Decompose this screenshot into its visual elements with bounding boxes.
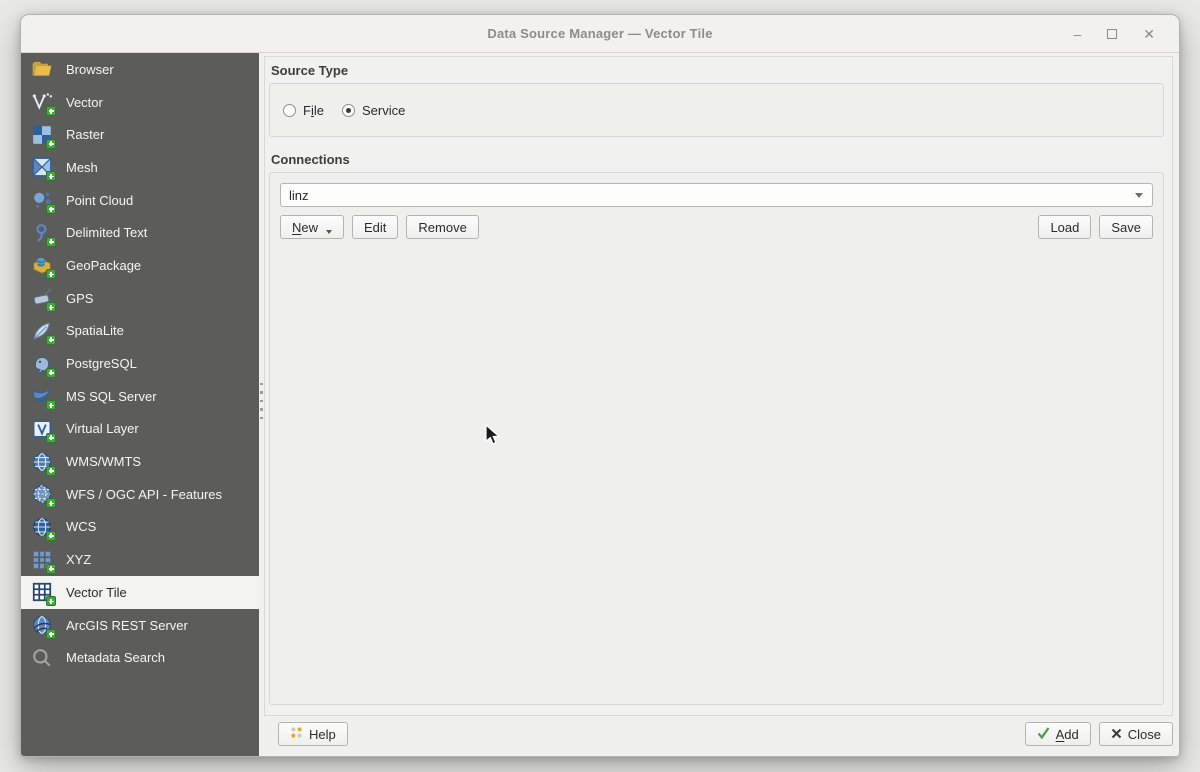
sidebar-item-label: WMS/WMTS — [66, 454, 142, 470]
titlebar: Data Source Manager — Vector Tile – ✕ — [21, 15, 1179, 53]
radio-file-label: File — [303, 102, 324, 118]
vector-tile-page: Source Type File Service Connections lin… — [264, 53, 1179, 756]
sidebar-item-label: SpatiaLite — [66, 323, 124, 339]
sidebar-item-arcgis-rest-server[interactable]: ArcGIS REST Server — [21, 609, 259, 642]
geopackage-icon — [30, 253, 56, 280]
connection-selected-value: linz — [289, 187, 309, 203]
connections-groupbox: linz New Edit Remove Load Save — [269, 172, 1164, 705]
vector-icon — [30, 90, 56, 117]
sidebar-item-label: Browser — [66, 61, 114, 77]
sidebar-item-label: MS SQL Server — [66, 388, 157, 404]
new-connection-button[interactable]: New — [280, 215, 345, 239]
close-window-icon[interactable]: ✕ — [1143, 27, 1155, 41]
sidebar-item-vector[interactable]: Vector — [21, 86, 259, 119]
sidebar-item-vector-tile[interactable]: Vector Tile — [21, 576, 259, 609]
vector-tile-icon — [30, 580, 56, 607]
virtual-layer-icon — [30, 417, 56, 443]
sidebar-item-label: ArcGIS REST Server — [66, 617, 188, 633]
sidebar-item-gps[interactable]: GPS — [21, 282, 259, 315]
save-connections-button[interactable]: Save — [1099, 215, 1153, 239]
sidebar-item-metadata-search[interactable]: Metadata Search — [21, 641, 259, 674]
sidebar-item-delimited-text[interactable]: Delimited Text — [21, 216, 259, 249]
maximize-icon[interactable] — [1107, 28, 1118, 39]
menu-indicator-icon — [326, 229, 333, 234]
sidebar-item-postgresql[interactable]: PostgreSQL — [21, 347, 259, 380]
sidebar-item-label: PostgreSQL — [66, 356, 137, 372]
source-type-heading: Source Type — [271, 63, 349, 78]
arcgis-icon — [30, 613, 56, 640]
source-type-groupbox: File Service — [269, 83, 1164, 137]
check-icon — [1037, 726, 1050, 742]
postgresql-icon — [30, 352, 56, 378]
folder-icon — [30, 57, 54, 81]
xyz-icon — [30, 548, 56, 574]
help-button[interactable]: Help — [278, 722, 348, 746]
raster-icon — [30, 123, 56, 149]
close-button[interactable]: Close — [1098, 722, 1173, 746]
source-type-sidebar: Browser Vector Raster Mesh Point Cloud D… — [21, 53, 259, 756]
sidebar-item-label: Vector — [66, 94, 103, 110]
point-cloud-icon — [30, 188, 56, 215]
radio-service[interactable]: Service — [341, 102, 406, 118]
mesh-icon — [30, 155, 56, 182]
sidebar-item-label: WCS — [66, 519, 97, 535]
splitter-handle-icon — [260, 382, 263, 419]
sidebar-item-label: XYZ — [66, 552, 92, 568]
sidebar-item-label: Raster — [66, 127, 105, 143]
mssql-icon — [30, 384, 56, 411]
delimited-text-icon — [30, 221, 56, 247]
spatialite-icon — [30, 319, 56, 345]
load-connections-button[interactable]: Load — [1038, 215, 1092, 239]
chevron-down-icon — [1135, 193, 1143, 198]
add-button[interactable]: Add — [1024, 722, 1091, 746]
window-controls: – ✕ — [1073, 27, 1179, 41]
sidebar-item-raster[interactable]: Raster — [21, 118, 259, 151]
wcs-icon — [30, 515, 56, 541]
minimize-icon[interactable]: – — [1073, 27, 1081, 41]
sidebar-item-label: WFS / OGC API - Features — [66, 486, 223, 502]
connection-select[interactable]: linz — [280, 183, 1153, 207]
sidebar-item-wfs-ogc-api-features[interactable]: WFS / OGC API - Features — [21, 478, 259, 511]
sidebar-item-label: Mesh — [66, 159, 98, 175]
sidebar-item-label: Vector Tile — [66, 584, 127, 600]
sidebar-item-point-cloud[interactable]: Point Cloud — [21, 184, 259, 217]
wms-icon — [30, 450, 56, 476]
sidebar-item-browser[interactable]: Browser — [21, 53, 259, 86]
help-icon — [290, 726, 303, 742]
sidebar-item-wcs[interactable]: WCS — [21, 511, 259, 544]
sidebar-item-spatialite[interactable]: SpatiaLite — [21, 315, 259, 348]
edit-connection-button[interactable]: Edit — [352, 215, 399, 239]
connections-heading: Connections — [271, 152, 350, 167]
sidebar-item-label: GPS — [66, 290, 94, 306]
search-icon — [30, 646, 54, 670]
window-title: Data Source Manager — Vector Tile — [487, 26, 713, 41]
sidebar-item-ms-sql-server[interactable]: MS SQL Server — [21, 380, 259, 413]
sidebar-item-virtual-layer[interactable]: Virtual Layer — [21, 413, 259, 446]
radio-service-label: Service — [361, 102, 406, 118]
gps-icon — [30, 286, 56, 313]
sidebar-item-geopackage[interactable]: GeoPackage — [21, 249, 259, 282]
radio-file-circle — [283, 103, 296, 117]
radio-file[interactable]: File — [283, 103, 324, 118]
sidebar-item-label: GeoPackage — [66, 257, 142, 273]
remove-connection-button[interactable]: Remove — [406, 215, 479, 239]
data-source-manager-window: Data Source Manager — Vector Tile – ✕ Br… — [20, 14, 1180, 757]
sidebar-splitter[interactable] — [259, 53, 264, 756]
sidebar-item-label: Virtual Layer — [66, 421, 139, 437]
wfs-icon — [30, 482, 56, 509]
sidebar-item-wms-wmts[interactable]: WMS/WMTS — [21, 445, 259, 478]
sidebar-item-xyz[interactable]: XYZ — [21, 543, 259, 576]
sidebar-item-label: Point Cloud — [66, 192, 134, 208]
dialog-button-box: Help Add Close — [264, 716, 1173, 756]
sidebar-item-label: Delimited Text — [66, 225, 148, 241]
radio-service-circle — [341, 103, 355, 117]
content-panel: Source Type File Service Connections lin… — [264, 56, 1173, 716]
sidebar-item-label: Metadata Search — [66, 650, 166, 666]
close-icon — [1111, 727, 1122, 742]
sidebar-item-mesh[interactable]: Mesh — [21, 151, 259, 184]
